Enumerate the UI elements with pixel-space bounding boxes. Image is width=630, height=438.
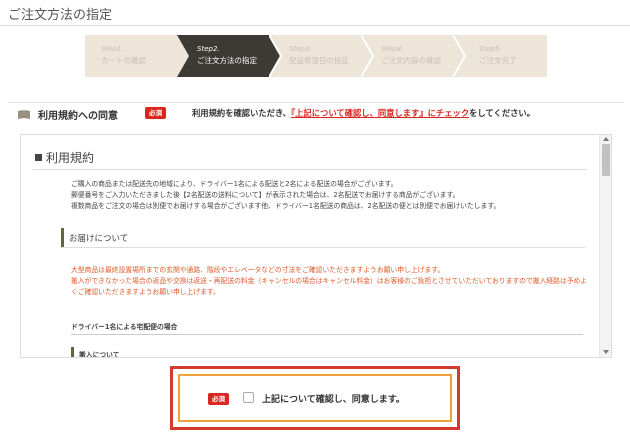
- consent-box: 必須 上記について確認し、同意します。: [178, 374, 452, 422]
- scroll-down-icon[interactable]: [603, 350, 609, 354]
- terms-content: 利用規約 ご購入の商品または配送先の地域により、ドライバー1名による配送と2名に…: [21, 135, 599, 357]
- subheading-driver: ドライバー1名による宅配便の場合: [71, 323, 178, 331]
- instruction-suffix: をしてください。: [469, 108, 536, 118]
- consent-required-badge: 必須: [208, 393, 229, 405]
- consent-checkbox[interactable]: [243, 392, 254, 403]
- terms-scroll-box[interactable]: 利用規約 ご購入の商品または配送先の地域により、ドライバー1名による配送と2名に…: [20, 134, 612, 358]
- step-4-number: Step4.: [381, 45, 404, 53]
- step-3-label: 配送希望日の指定: [289, 56, 349, 65]
- square-bullet-icon: [35, 154, 42, 161]
- agreement-divider: [8, 102, 624, 103]
- section-heading: お届けについて: [61, 228, 585, 248]
- step-1-number: Step1.: [101, 45, 124, 53]
- paragraph-line: ご購入の商品または配送先の地域により、ドライバー1名による配送と2名による配送の…: [71, 180, 398, 188]
- warning-paragraph: 大型商品は最終設置場所までの玄関や通路、階段やエレベータなどの寸法をご確認いただ…: [71, 265, 591, 298]
- subheading-title: 搬入について: [79, 351, 120, 358]
- paragraph-line: 複数商品をご注文の場合は別便でお届けする場合がございます他、ドライバー1名配送の…: [71, 202, 501, 210]
- page-title: ご注文方法の指定: [8, 8, 113, 23]
- step-4: Step4. ご注文内容の確認: [361, 35, 465, 77]
- delivery-info-paragraph: ご購入の商品または配送先の地域により、ドライバー1名による配送と2名による配送の…: [71, 179, 591, 212]
- step-1-label: カートの確認: [101, 56, 146, 65]
- scrollbar[interactable]: [599, 135, 611, 357]
- terms-heading: 利用規約: [35, 149, 94, 166]
- step-5-number: Step5.: [479, 45, 502, 53]
- step-5-label: ご注文完了: [479, 56, 517, 65]
- instruction-prefix: 利用規約を確認いただき、: [192, 108, 291, 118]
- step-5: Step5. ご注文完了: [453, 35, 547, 77]
- consent-highlight-box: 必須 上記について確認し、同意します。: [170, 366, 460, 430]
- step-3-number: Step3.: [289, 45, 312, 53]
- title-divider: [0, 25, 630, 26]
- agreement-header: 利用規約への同意 必須 利用規約を確認いただき、『上記について確認し、同意します…: [8, 102, 624, 126]
- step-2: Step2. ご注文方法の指定: [177, 35, 281, 77]
- consent-label[interactable]: 上記について確認し、同意します。: [262, 392, 405, 405]
- checkout-steps: Step1. カートの確認 Step2. ご注文方法の指定 Step3. 配送希望日の…: [85, 35, 547, 77]
- subheading-divider: [71, 334, 583, 335]
- step-3: Step3. 配送希望日の指定: [269, 35, 373, 77]
- section-title: お届けについて: [69, 234, 129, 244]
- book-icon: [18, 110, 30, 119]
- scroll-thumb[interactable]: [602, 144, 610, 176]
- paragraph-line: 大型商品は最終設置場所までの玄関や通路、階段やエレベータなどの寸法をご確認いただ…: [71, 266, 445, 274]
- required-badge: 必須: [145, 107, 166, 119]
- step-1: Step1. カートの確認: [85, 35, 189, 77]
- scroll-up-icon[interactable]: [603, 137, 609, 141]
- agreement-title: 利用規約への同意: [38, 111, 118, 122]
- terms-divider: [33, 169, 587, 170]
- section-marker: [61, 228, 64, 247]
- subheading-marker: [71, 347, 74, 357]
- step-2-label: ご注文方法の指定: [197, 56, 257, 65]
- step-4-label: ご注文内容の確認: [381, 56, 441, 65]
- paragraph-line: 郵便番号をご入力いただきました後【2名配送の送料について】が表示された場合は、2…: [71, 191, 460, 199]
- agreement-instruction: 利用規約を確認いただき、『上記について確認し、同意します』にチェックをしてくださ…: [192, 107, 535, 119]
- instruction-highlight: 『上記について確認し、同意します』にチェック: [290, 108, 470, 118]
- terms-title: 利用規約: [46, 151, 95, 165]
- paragraph-line: 搬入ができなかった場合の返品や交換は返送・再配送の料金（キャンセルの場合はキャン…: [71, 277, 588, 296]
- step-2-number: Step2.: [197, 45, 220, 53]
